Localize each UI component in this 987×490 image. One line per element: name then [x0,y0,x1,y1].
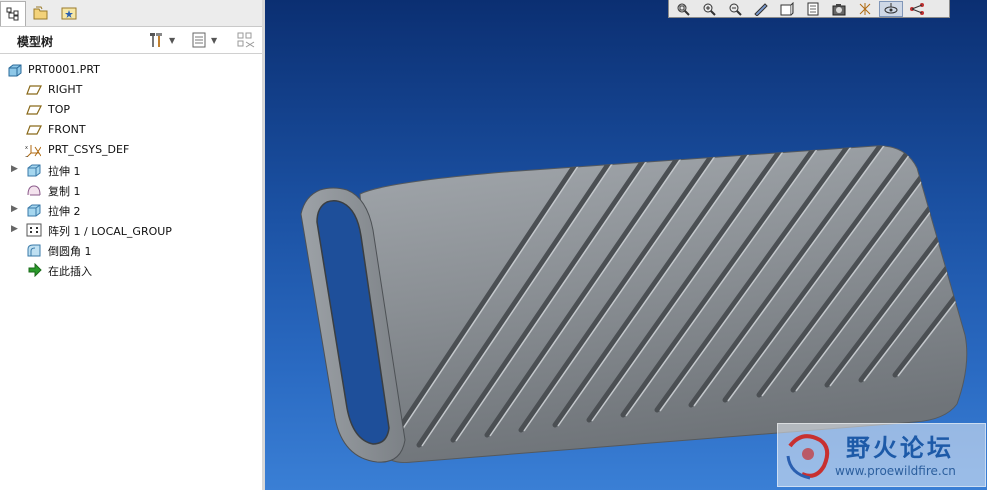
graphics-viewport[interactable]: 野火论坛 www.proewildfire.cn [265,0,987,490]
watermark: 野火论坛 www.proewildfire.cn [777,423,986,487]
show-button[interactable]: ▼ [190,30,217,50]
filter-button[interactable] [236,30,256,50]
svg-text:x: x [25,145,28,151]
extrude-icon [27,204,41,217]
part-icon [8,64,22,77]
model-tree-tab[interactable] [0,1,26,26]
model-tree-title: 模型树 [17,35,54,49]
tree-item-label: 阵列 1 / LOCAL_GROUP [48,225,172,238]
tree-item-right[interactable]: RIGHT [0,80,262,100]
tree-item-label: 复制 1 [48,185,81,198]
tree-item-pattern-1[interactable]: ▶ 阵列 1 / LOCAL_GROUP [0,220,262,240]
watermark-logo-icon [786,434,830,480]
model-tree-header: 模型树 ▼ ▼ [0,27,262,54]
tree-item-label: 倒圆角 1 [48,245,92,258]
tree-item-round-1[interactable]: 倒圆角 1 [0,240,262,260]
navigator-tabs [0,0,262,27]
tree-root[interactable]: PRT0001.PRT [0,60,262,80]
expand-arrow-icon[interactable]: ▶ [11,204,19,214]
tree-item-insert-here[interactable]: 在此插入 [0,260,262,280]
tree-item-extrude-2[interactable]: ▶ 拉伸 2 [0,200,262,220]
watermark-url: www.proewildfire.cn [835,464,956,478]
favorites-icon [61,7,77,20]
round-icon [27,244,41,257]
folder-browser-tab[interactable] [28,1,54,25]
tree-item-label: TOP [48,103,71,116]
filter-icon [237,32,255,48]
show-columns-icon [192,32,206,48]
copy-surface-icon [27,185,41,196]
tree-root-label: PRT0001.PRT [28,63,100,76]
expand-arrow-icon[interactable]: ▶ [11,164,19,174]
pattern-icon [26,223,42,237]
tree-item-label: RIGHT [48,83,83,96]
svg-text:z: z [25,155,28,157]
coordinate-system-icon: x z [25,145,41,157]
datum-plane-icon [26,85,42,95]
navigator-panel: 模型树 ▼ ▼ PRT0001.PRT RIGHT TOP FRONT x PR… [0,0,263,490]
tree-item-front[interactable]: FRONT [0,120,262,140]
grooved-tube-model[interactable] [265,0,987,490]
extrude-icon [27,164,41,177]
settings-tools-icon [150,33,162,47]
tree-item-label: 在此插入 [48,265,92,278]
watermark-title: 野火论坛 [846,434,954,462]
tree-item-csys[interactable]: x z PRT_CSYS_DEF [0,140,262,160]
settings-button[interactable]: ▼ [148,30,175,50]
tree-item-copy-1[interactable]: 复制 1 [0,180,262,200]
chevron-down-icon: ▼ [169,35,176,45]
tree-item-extrude-1[interactable]: ▶ 拉伸 1 [0,160,262,180]
folder-icon [33,6,48,20]
chevron-down-icon: ▼ [211,35,218,45]
tree-item-top[interactable]: TOP [0,100,262,120]
favorites-tab[interactable] [56,1,82,25]
expand-arrow-icon[interactable]: ▶ [11,224,19,234]
model-tree-icon [6,7,19,21]
tree-item-label: 拉伸 2 [48,205,81,218]
insert-here-arrow-icon [28,263,42,277]
datum-plane-icon [26,105,42,115]
tree-item-label: PRT_CSYS_DEF [48,143,130,156]
datum-plane-icon [26,125,42,135]
tree-item-label: 拉伸 1 [48,165,81,178]
tree-item-label: FRONT [48,123,86,136]
model-tree: PRT0001.PRT RIGHT TOP FRONT x PRT_CSYS_D… [0,60,262,280]
